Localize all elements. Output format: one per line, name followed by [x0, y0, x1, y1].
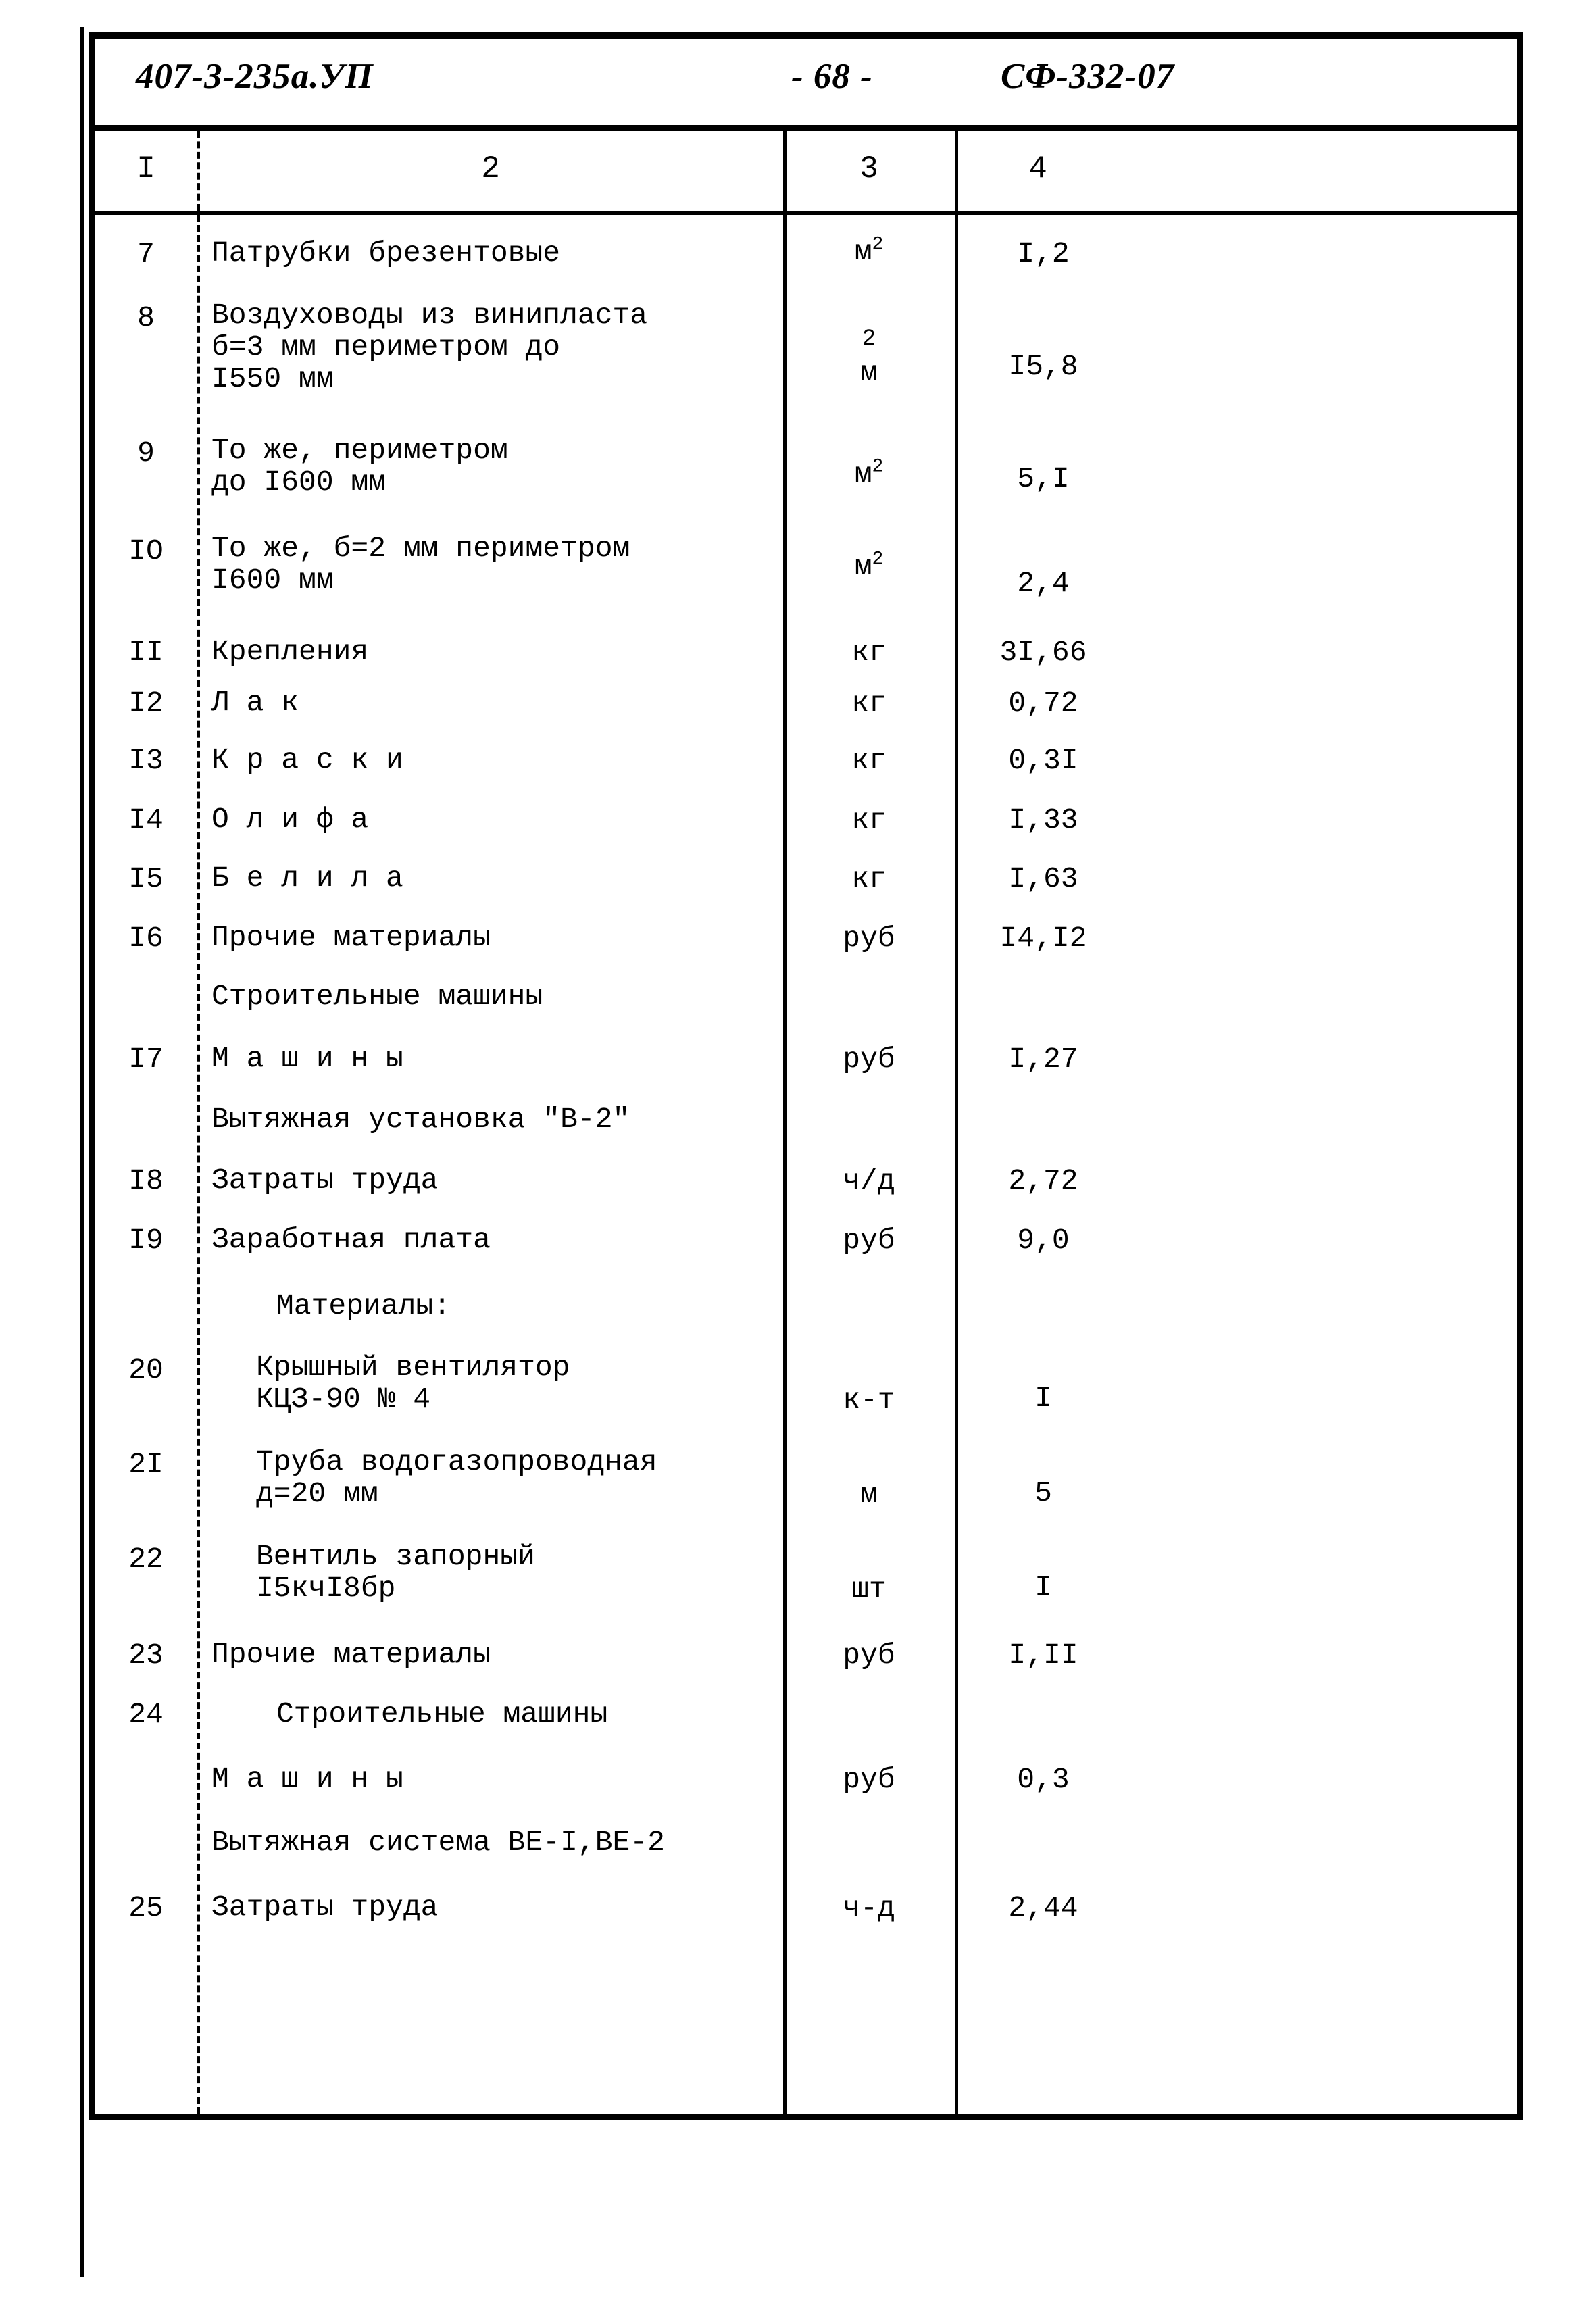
header-bottom-rule	[95, 125, 1517, 131]
row-number: 9	[137, 437, 155, 470]
row-number: 22	[128, 1543, 164, 1576]
section-heading: Строительные машины	[211, 980, 543, 1013]
row-description: М а ш и н ы	[211, 1042, 403, 1075]
sheet-code: СФ-332-07	[1001, 57, 1175, 96]
row-number: I8	[128, 1164, 164, 1197]
row-quantity: I	[1034, 1382, 1052, 1415]
row-description: Крышный вентилятор КЦЗ-90 № 4	[256, 1351, 570, 1416]
row-number: I4	[128, 803, 164, 837]
column-number-row: I 2 3 4	[95, 131, 1517, 211]
row-number: 20	[128, 1353, 164, 1387]
row-unit: м	[860, 1478, 878, 1511]
row-number: 25	[128, 1891, 164, 1924]
section-heading: Строительные машины	[276, 1697, 608, 1731]
row-number: 24	[128, 1698, 164, 1731]
row-quantity: 5,I	[1017, 462, 1070, 495]
row-unit: руб	[843, 1043, 895, 1076]
row-description: Труба водогазопроводная д=20 мм	[256, 1445, 657, 1510]
row-description: К р а с к и	[211, 743, 403, 776]
row-description: Прочие материалы	[211, 1638, 491, 1671]
column-header-3: 3	[859, 151, 878, 186]
row-number: 8	[137, 301, 155, 334]
row-quantity: 5	[1034, 1476, 1052, 1510]
row-number: 23	[128, 1639, 164, 1672]
row-description: То же, б=2 мм периметром I600 мм	[211, 532, 630, 597]
row-number: II	[128, 636, 164, 669]
row-quantity: I,27	[1008, 1043, 1078, 1076]
row-unit: руб	[843, 922, 895, 955]
section-heading: Вытяжная установка "В-2"	[211, 1103, 630, 1136]
table-body: 7 Патрубки брезентовые м2 I,2 8 Воздухов…	[95, 215, 1517, 2114]
row-description: О л и ф а	[211, 803, 369, 836]
row-quantity: I5,8	[1008, 350, 1078, 383]
row-unit: кг	[851, 687, 887, 720]
row-description: Б е л и л а	[211, 862, 403, 895]
row-number: I6	[128, 922, 164, 955]
row-description: Вентиль запорный I5кчI8бр	[256, 1540, 535, 1605]
column-header-2: 2	[481, 151, 500, 186]
row-quantity: 0,72	[1008, 687, 1078, 720]
row-quantity: 2,72	[1008, 1164, 1078, 1197]
row-number: I3	[128, 744, 164, 777]
row-unit: м2	[854, 234, 884, 268]
row-quantity: 2,4	[1017, 567, 1070, 600]
row-quantity: 3I,66	[999, 636, 1087, 669]
row-quantity: 0,3	[1017, 1763, 1070, 1796]
row-unit: ч-д	[843, 1891, 895, 1924]
row-description: Затраты труда	[211, 1164, 439, 1197]
row-number: 7	[137, 237, 155, 270]
row-unit: к-т	[843, 1383, 895, 1416]
row-quantity: 0,3I	[1008, 744, 1078, 777]
row-unit: кг	[851, 862, 887, 895]
sheet-header: 407-3-235а.УП - 68 - СФ-332-07	[95, 39, 1517, 125]
column-header-4: 4	[1028, 151, 1047, 186]
row-quantity: I,II	[1008, 1639, 1078, 1672]
row-quantity: I,2	[1017, 237, 1070, 270]
row-unit: кг	[851, 636, 887, 669]
body-divider-1	[197, 215, 200, 2114]
row-unit: 2м	[860, 326, 878, 389]
row-quantity: I,33	[1008, 803, 1078, 837]
estimate-sheet: 407-3-235а.УП - 68 - СФ-332-07 I 2 3 4 7…	[89, 32, 1523, 2120]
row-description: М а ш и н ы	[211, 1762, 403, 1795]
row-description: Заработная плата	[211, 1223, 491, 1256]
row-unit: ч/д	[843, 1164, 895, 1197]
row-unit: шт	[851, 1572, 887, 1605]
row-number: I9	[128, 1224, 164, 1257]
row-number: 2I	[128, 1448, 164, 1481]
row-description: Крепления	[211, 635, 369, 668]
row-quantity: 2,44	[1008, 1891, 1078, 1924]
row-quantity: I	[1034, 1571, 1052, 1604]
row-unit: руб	[843, 1763, 895, 1796]
sheet-top-rule	[95, 32, 1517, 39]
scanned-page: 407-3-235а.УП - 68 - СФ-332-07 I 2 3 4 7…	[0, 0, 1596, 2315]
page-number: - 68 -	[791, 57, 873, 96]
section-heading: Вытяжная система ВЕ-I,ВЕ-2	[211, 1826, 665, 1859]
row-description: Л а к	[211, 686, 299, 719]
section-heading: Материалы:	[276, 1289, 451, 1322]
row-description: То же, периметром до I600 мм	[211, 434, 508, 499]
column-header-1: I	[136, 151, 155, 186]
row-description: Прочие материалы	[211, 921, 491, 954]
sheet-bottom-rule	[95, 2114, 1517, 2120]
row-unit: руб	[843, 1224, 895, 1257]
row-unit: кг	[851, 803, 887, 837]
row-unit: руб	[843, 1639, 895, 1672]
row-number: I7	[128, 1043, 164, 1076]
row-quantity: I,63	[1008, 862, 1078, 895]
row-description: Патрубки брезентовые	[211, 237, 561, 270]
row-number: I5	[128, 862, 164, 895]
row-unit: м2	[854, 456, 884, 491]
left-margin-rule	[80, 27, 84, 2277]
row-description: Затраты труда	[211, 1891, 439, 1924]
row-quantity: I4,I2	[999, 922, 1087, 955]
row-unit: кг	[851, 744, 887, 777]
body-divider-3	[955, 215, 958, 2114]
row-number: IO	[128, 534, 164, 568]
document-code: 407-3-235а.УП	[136, 57, 374, 96]
row-quantity: 9,0	[1017, 1224, 1070, 1257]
row-unit: м2	[854, 549, 884, 583]
row-number: I2	[128, 687, 164, 720]
row-description: Воздуховоды из винипласта б=3 мм перимет…	[211, 299, 648, 395]
